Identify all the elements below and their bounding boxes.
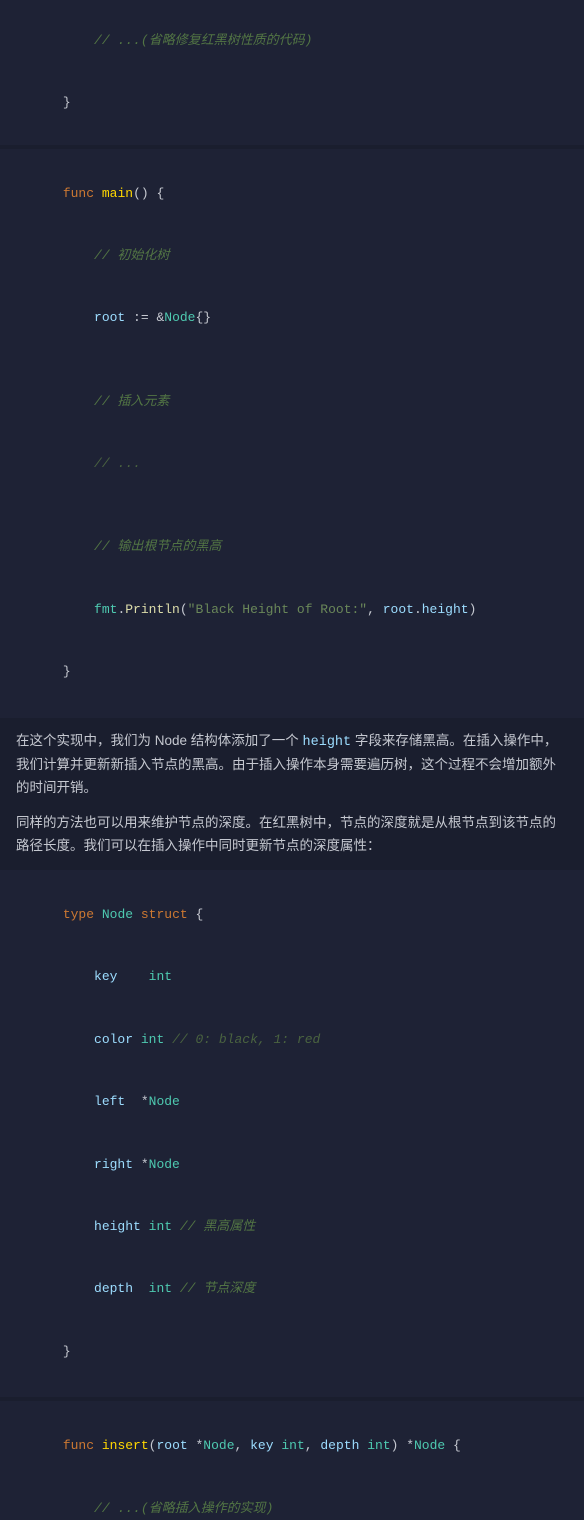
type-name: Node bbox=[102, 907, 133, 922]
code-line: // 插入元素 bbox=[16, 371, 568, 433]
func-name: main bbox=[102, 186, 133, 201]
comment: // 黑高属性 bbox=[180, 1219, 255, 1234]
main-container: // ...(省略修复红黑树性质的代码) } func main() { // … bbox=[0, 0, 584, 1520]
inline-code-height: height bbox=[303, 735, 352, 750]
code-block-2: func main() { // 初始化树 root := &Node{} //… bbox=[0, 149, 584, 718]
code-line: func main() { bbox=[16, 163, 568, 225]
type: Node bbox=[164, 310, 195, 325]
code-line: color int // 0: black, 1: red bbox=[16, 1009, 568, 1071]
prose-section-1: 在这个实现中，我们为 Node 结构体添加了一个 height 字段来存储黑高。… bbox=[0, 718, 584, 871]
code-line: key int bbox=[16, 947, 568, 1009]
param: root bbox=[156, 1438, 187, 1453]
type: Node bbox=[149, 1157, 180, 1172]
keyword: struct bbox=[141, 907, 188, 922]
code-line: fmt.Println("Black Height of Root:", roo… bbox=[16, 579, 568, 641]
method: Println bbox=[125, 602, 180, 617]
field-height: height bbox=[94, 1219, 141, 1234]
code-line: right *Node bbox=[16, 1134, 568, 1196]
comment: // 初始化树 bbox=[94, 248, 169, 263]
keyword: type bbox=[63, 907, 94, 922]
comment: // ...(省略插入操作的实现) bbox=[94, 1501, 273, 1516]
keyword: func bbox=[63, 186, 94, 201]
type: Node bbox=[203, 1438, 234, 1453]
code-line: root := &Node{} bbox=[16, 288, 568, 350]
code-line: } bbox=[16, 72, 568, 134]
field: right bbox=[94, 1157, 133, 1172]
code-block-3: type Node struct { key int color int // … bbox=[0, 870, 584, 1397]
type: int bbox=[141, 1032, 164, 1047]
code-line: // ... bbox=[16, 433, 568, 495]
type: int bbox=[367, 1438, 390, 1453]
code-line: // ...(省略插入操作的实现) bbox=[16, 1478, 568, 1520]
comment: // 0: black, 1: red bbox=[172, 1032, 320, 1047]
code-line: // 初始化树 bbox=[16, 225, 568, 287]
type: int bbox=[149, 1219, 172, 1234]
code-line: left *Node bbox=[16, 1071, 568, 1133]
comment: // 输出根节点的黑高 bbox=[94, 539, 221, 554]
type: int bbox=[149, 969, 172, 984]
code-block-4: func insert(root *Node, key int, depth i… bbox=[0, 1401, 584, 1520]
type: Node bbox=[414, 1438, 445, 1453]
brace: } bbox=[63, 664, 71, 679]
prose-paragraph-1: 在这个实现中，我们为 Node 结构体添加了一个 height 字段来存储黑高。… bbox=[16, 730, 568, 801]
keyword: func bbox=[63, 1438, 94, 1453]
variable: root bbox=[94, 310, 125, 325]
code-line: height int // 黑高属性 bbox=[16, 1196, 568, 1258]
field: key bbox=[94, 969, 117, 984]
package: fmt bbox=[94, 602, 117, 617]
variable: root bbox=[383, 602, 414, 617]
code-line: depth int // 节点深度 bbox=[16, 1259, 568, 1321]
code-block-1: // ...(省略修复红黑树性质的代码) } bbox=[0, 0, 584, 145]
comment: // 插入元素 bbox=[94, 394, 169, 409]
string: "Black Height of Root:" bbox=[188, 602, 367, 617]
type: int bbox=[281, 1438, 304, 1453]
code-line: } bbox=[16, 1321, 568, 1383]
code-line: type Node struct { bbox=[16, 884, 568, 946]
brace: } bbox=[63, 95, 71, 110]
param: key bbox=[250, 1438, 273, 1453]
func-name: insert bbox=[102, 1438, 149, 1453]
field: left bbox=[94, 1094, 125, 1109]
code-line bbox=[16, 496, 568, 517]
comment: // 节点深度 bbox=[180, 1281, 255, 1296]
code-line: } bbox=[16, 641, 568, 703]
field: color bbox=[94, 1032, 133, 1047]
code-line: func insert(root *Node, key int, depth i… bbox=[16, 1415, 568, 1477]
comment: // ...(省略修复红黑树性质的代码) bbox=[94, 33, 312, 48]
brace: } bbox=[63, 1344, 71, 1359]
field-depth: depth bbox=[94, 1281, 133, 1296]
comment: // ... bbox=[94, 456, 141, 471]
type: int bbox=[149, 1281, 172, 1296]
type: Node bbox=[149, 1094, 180, 1109]
prose-paragraph-2: 同样的方法也可以用来维护节点的深度。在红黑树中，节点的深度就是从根节点到该节点的… bbox=[16, 812, 568, 858]
code-line: // ...(省略修复红黑树性质的代码) bbox=[16, 10, 568, 72]
param: depth bbox=[320, 1438, 359, 1453]
code-line bbox=[16, 350, 568, 371]
field: height bbox=[422, 602, 469, 617]
code-line: // 输出根节点的黑高 bbox=[16, 516, 568, 578]
